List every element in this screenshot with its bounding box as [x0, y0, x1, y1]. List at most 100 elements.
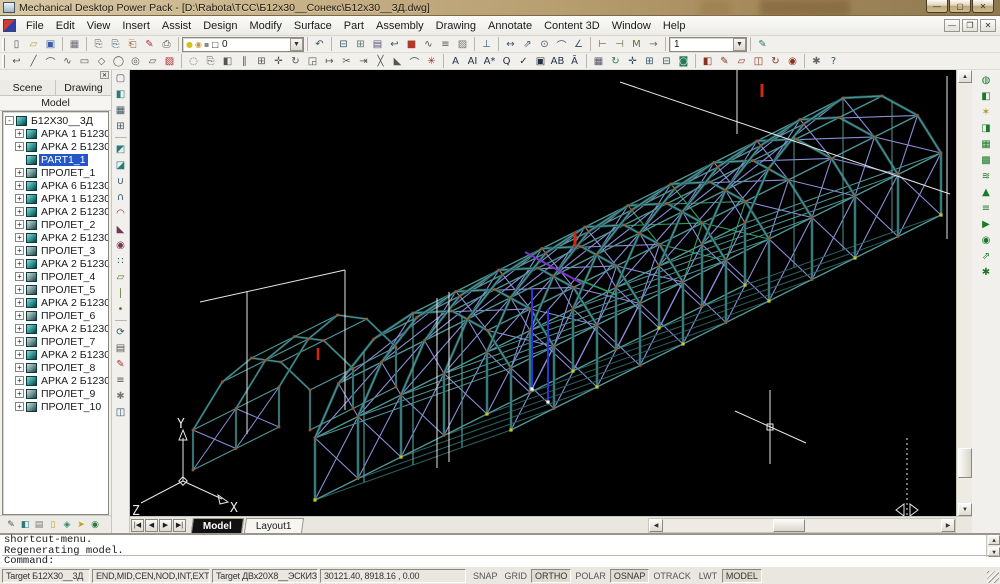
tree-item-arka-6-b1230-1[interactable]: + АРКА 6 Б1230_1: [5, 179, 108, 192]
move-button[interactable]: ✛: [270, 54, 287, 69]
offset-button[interactable]: ∥: [236, 54, 253, 69]
tree-item-prolet-4[interactable]: + ПРОЛЕТ_4: [5, 270, 108, 283]
tree-item-arka-1-b1230-1[interactable]: + АРКА 1 Б1230_1: [5, 127, 108, 140]
menu-help[interactable]: Help: [657, 17, 692, 35]
menu-assist[interactable]: Assist: [156, 17, 197, 35]
dim-aligned-button[interactable]: ⇗: [519, 37, 536, 52]
erase-button[interactable]: ◌: [185, 54, 202, 69]
tab-drawing[interactable]: Drawing: [56, 80, 111, 95]
ucs-button[interactable]: ⊥: [478, 37, 495, 52]
plot-preview-button[interactable]: ▦: [66, 37, 83, 52]
part-catalog-button[interactable]: ◧: [113, 86, 129, 102]
spline-button[interactable]: ∿: [59, 54, 76, 69]
toggle-grid[interactable]: GRID: [502, 569, 531, 583]
browser-toggle-button[interactable]: ◫: [113, 404, 129, 420]
undo-button[interactable]: ↶: [311, 37, 328, 52]
menu-edit[interactable]: Edit: [50, 17, 81, 35]
tab-nav-last-button[interactable]: ▶|: [173, 519, 186, 532]
toolbody-button[interactable]: ◪: [113, 157, 129, 173]
profile-button[interactable]: ▱: [733, 54, 750, 69]
mech-options-button[interactable]: ✱: [113, 388, 129, 404]
revolve-button[interactable]: ↻: [767, 54, 784, 69]
expander-icon[interactable]: +: [15, 376, 24, 385]
dim-arc-button[interactable]: ⌒: [553, 37, 570, 52]
toggle-osnap[interactable]: OSNAP: [610, 569, 650, 583]
expander-icon[interactable]: +: [15, 220, 24, 229]
hatch-button[interactable]: ▨: [161, 54, 178, 69]
menu-file[interactable]: File: [20, 17, 50, 35]
combine-button[interactable]: ∪: [113, 173, 129, 189]
fillet-3d-button[interactable]: ◠: [113, 205, 129, 221]
lightning-button[interactable]: ➤: [74, 518, 88, 532]
trash-button[interactable]: ▯: [46, 518, 60, 532]
expander-icon[interactable]: +: [15, 389, 24, 398]
menu-annotate[interactable]: Annotate: [482, 17, 538, 35]
select-tool-button[interactable]: ▢: [113, 70, 129, 86]
dim-style-button[interactable]: M: [628, 37, 645, 52]
expander-icon[interactable]: +: [15, 311, 24, 320]
polygon-button[interactable]: ◇: [93, 54, 110, 69]
app-icon[interactable]: [3, 2, 15, 13]
tree-item-arka-2-b1230-3[interactable]: + АРКА 2 Б1230_3: [5, 231, 108, 244]
tree-item-arka-2-b1230-9[interactable]: + АРКА 2 Б1230_9: [5, 374, 108, 387]
tree-item-prolet-1[interactable]: + ПРОЛЕТ_1: [5, 166, 108, 179]
world-button[interactable]: ◉: [88, 518, 102, 532]
part-mode-button[interactable]: ◧: [18, 518, 32, 532]
expander-icon[interactable]: +: [15, 246, 24, 255]
render-button[interactable]: ◍: [978, 72, 994, 88]
expander-icon[interactable]: +: [15, 272, 24, 281]
new-part-tool-button[interactable]: ◩: [113, 141, 129, 157]
resize-grip[interactable]: [987, 571, 999, 583]
menu-view[interactable]: View: [81, 17, 117, 35]
expander-icon[interactable]: +: [15, 142, 24, 151]
spell-button[interactable]: ✓: [515, 54, 532, 69]
chamfer-button[interactable]: ◣: [389, 54, 406, 69]
new-part-button[interactable]: ◧: [699, 54, 716, 69]
expander-icon[interactable]: +: [15, 207, 24, 216]
tree-item-prolet-10[interactable]: + ПРОЛЕТ_10: [5, 400, 108, 413]
extrude-button[interactable]: ◫: [750, 54, 767, 69]
tree-item-prolet-2[interactable]: + ПРОЛЕТ_2: [5, 218, 108, 231]
work-plane-button[interactable]: ▱: [113, 269, 129, 285]
rectangle-button[interactable]: ▭: [76, 54, 93, 69]
horizontal-scroll-thumb[interactable]: [773, 519, 805, 532]
pan-button[interactable]: ✛: [624, 54, 641, 69]
find-text-button[interactable]: Q: [498, 54, 515, 69]
work-point-button[interactable]: •: [113, 301, 129, 317]
menu-drawing[interactable]: Drawing: [430, 17, 482, 35]
mdi-document-icon[interactable]: [3, 19, 16, 32]
work-axis-button[interactable]: ∣: [113, 285, 129, 301]
paste-button[interactable]: ⎗: [124, 37, 141, 52]
edit-text-button[interactable]: A*: [481, 54, 498, 69]
dim-linear-button[interactable]: ↔: [502, 37, 519, 52]
color-control-button[interactable]: ■: [403, 37, 420, 52]
dim-update-button[interactable]: →: [645, 37, 662, 52]
scroll-right-button[interactable]: ▶: [941, 519, 955, 532]
tree-item-arka-2-b1230-8[interactable]: + АРКА 2 Б1230_8: [5, 348, 108, 361]
new-sketch-button[interactable]: ✎: [716, 54, 733, 69]
tab-nav-prev-button[interactable]: ◀: [145, 519, 158, 532]
panel-close-button[interactable]: ✕: [100, 71, 109, 79]
window-maximize-button[interactable]: ▢: [949, 0, 971, 13]
scroll-down-button[interactable]: ▼: [958, 503, 972, 516]
menu-insert[interactable]: Insert: [116, 17, 156, 35]
toggle-lwt[interactable]: LWT: [695, 569, 721, 583]
lineweight-button[interactable]: ≡: [437, 37, 454, 52]
rotate-button[interactable]: ↻: [287, 54, 304, 69]
assist-pencil-button[interactable]: ✎: [4, 518, 18, 532]
named-views-button[interactable]: ▦: [590, 54, 607, 69]
drawing-viewport[interactable]: YXZ: [130, 70, 956, 516]
tree-item-arka-2-b1230-4[interactable]: + АРКА 2 Б1230_4: [5, 257, 108, 270]
render-view-button[interactable]: ◙: [675, 54, 692, 69]
zoom-window-button[interactable]: ⊞: [641, 54, 658, 69]
power-dim-button[interactable]: ⊢: [594, 37, 611, 52]
save-button[interactable]: ▣: [42, 37, 59, 52]
bom-button[interactable]: ≡: [113, 372, 129, 388]
window-minimize-button[interactable]: —: [926, 0, 948, 13]
tree-item-prolet-7[interactable]: + ПРОЛЕТ_7: [5, 335, 108, 348]
command-prompt[interactable]: Command:: [2, 555, 998, 566]
power-edit-button[interactable]: ✎: [754, 37, 771, 52]
justify-text-button[interactable]: Ā: [566, 54, 583, 69]
vertical-scroll-thumb[interactable]: [958, 448, 972, 478]
materials-button[interactable]: ◨: [978, 120, 994, 136]
